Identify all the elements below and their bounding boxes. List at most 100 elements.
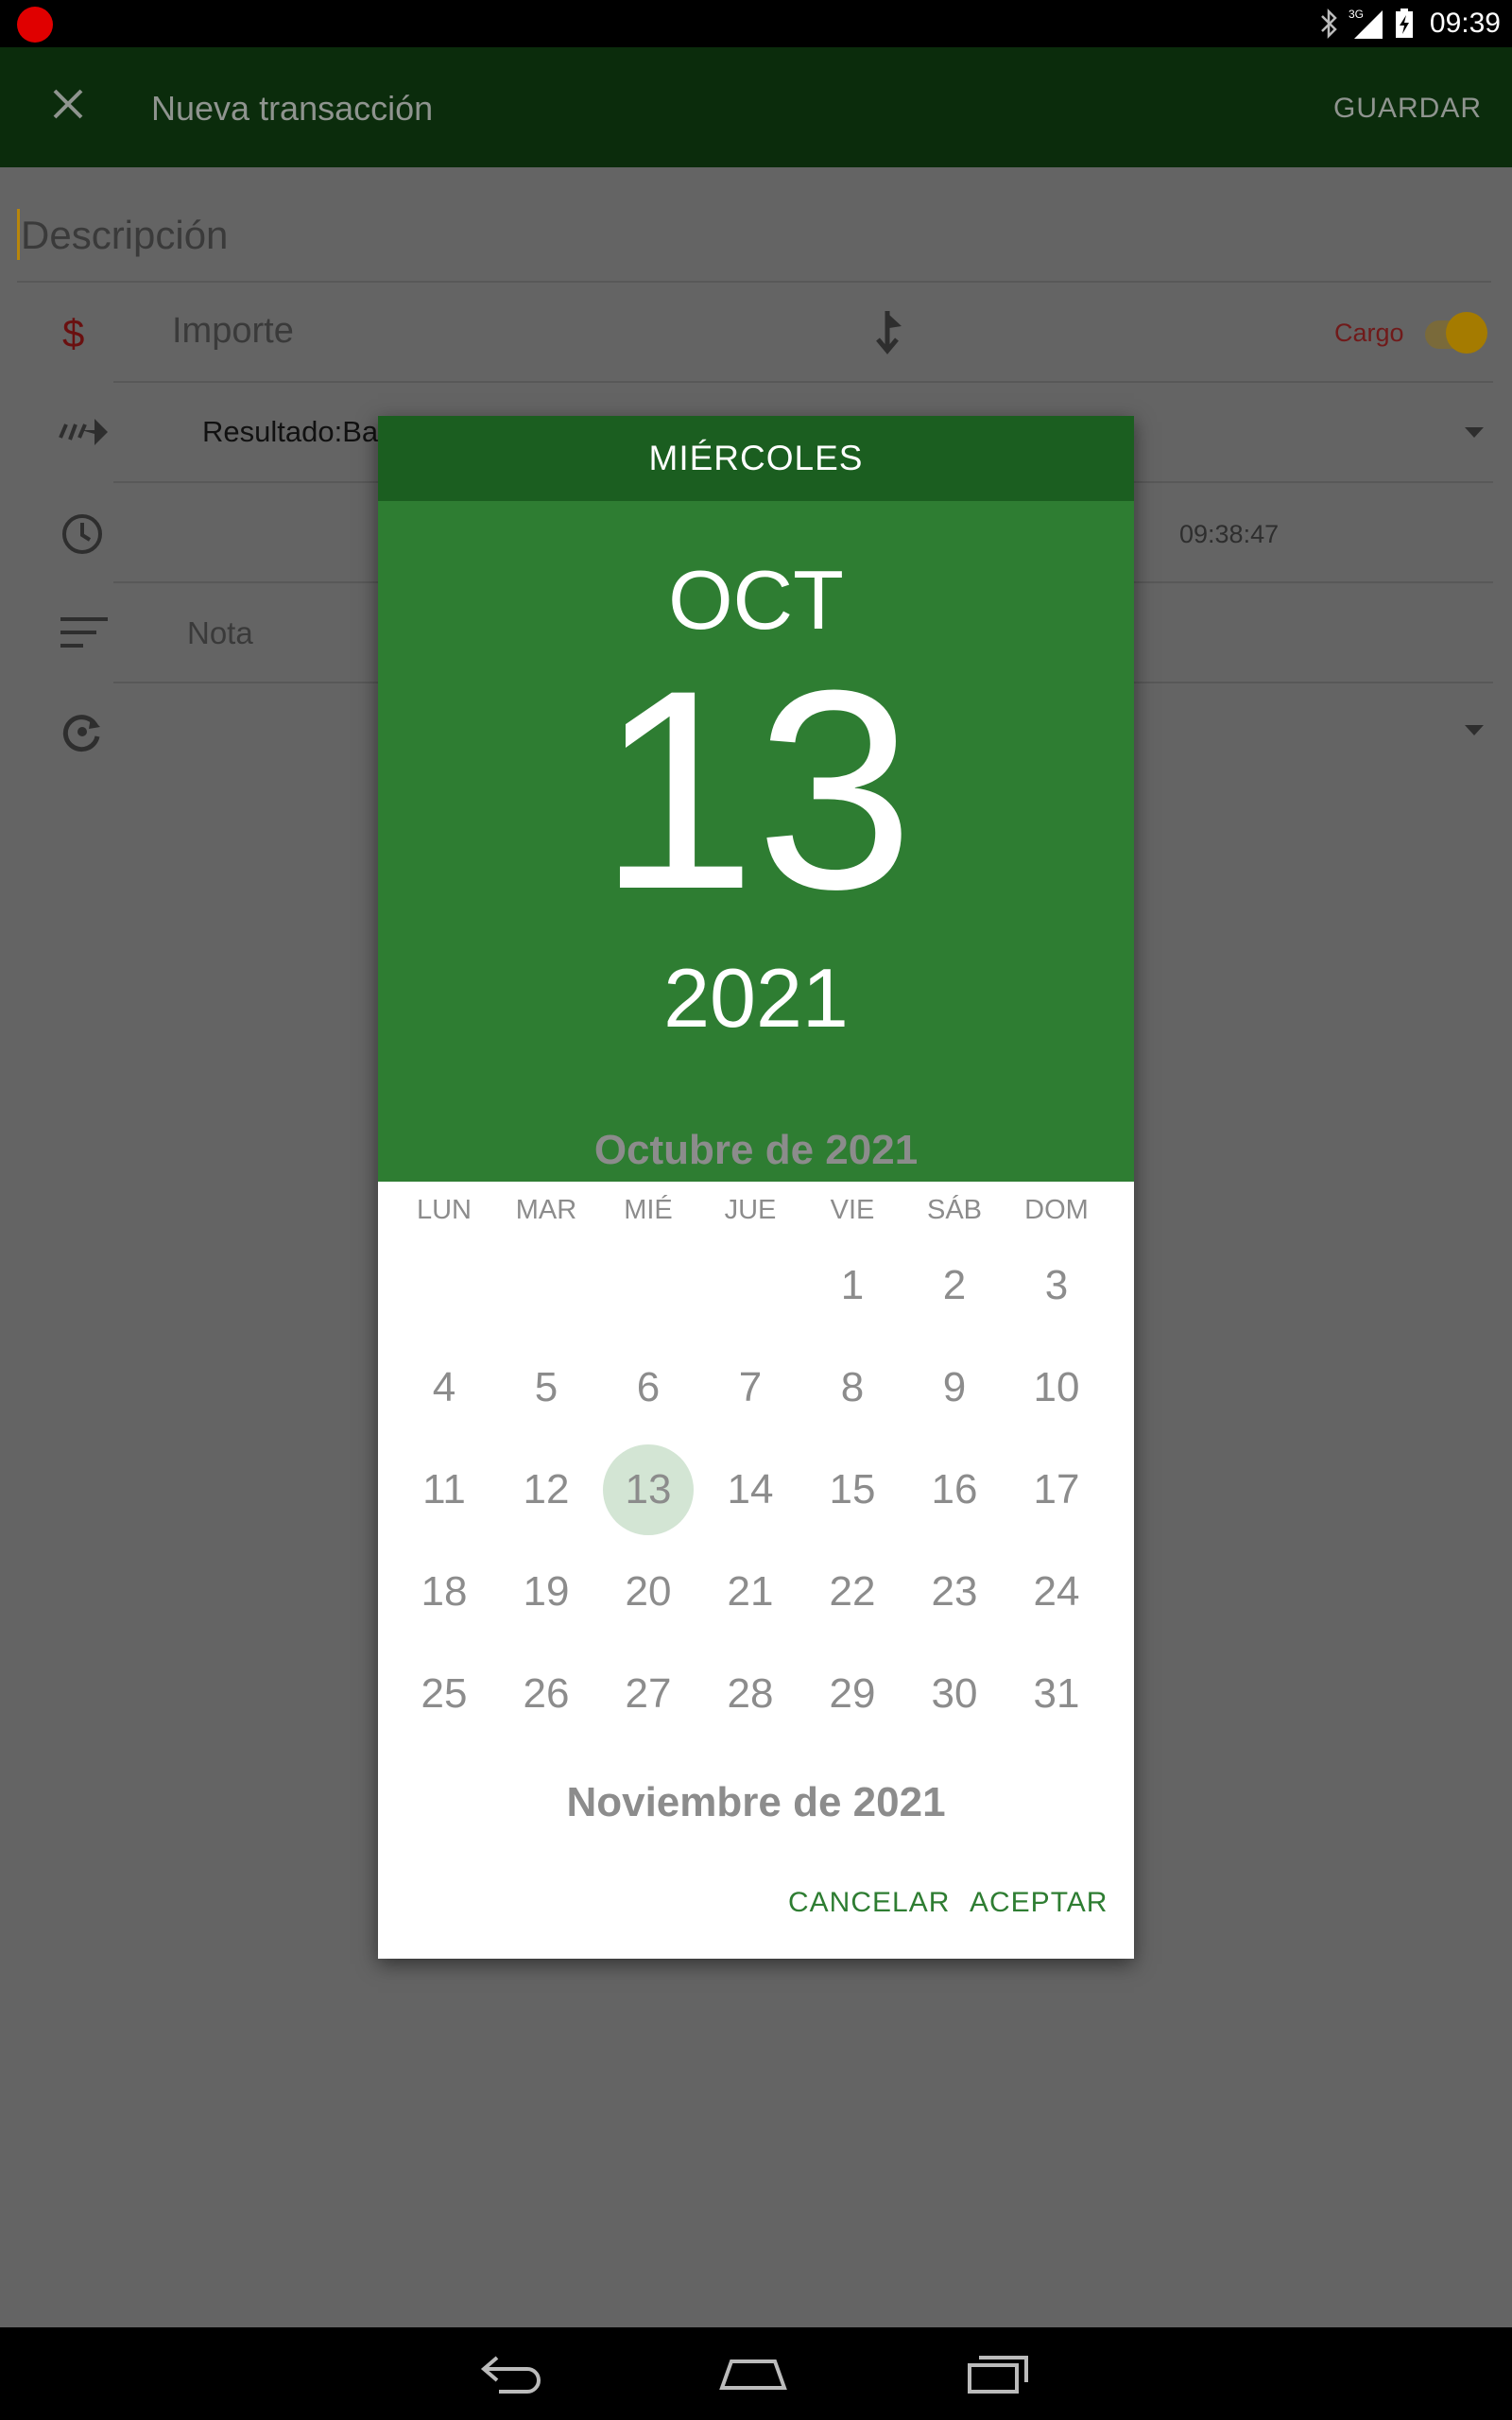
calendar-day[interactable]: 21 [699,1541,801,1643]
calendar-day-number: 19 [523,1568,570,1615]
calendar-day-number: 7 [738,1364,763,1410]
navigation-bar [0,2327,1512,2420]
calendar-day-number: 21 [727,1568,774,1615]
recent-apps-icon[interactable] [966,2346,1032,2397]
selected-year[interactable]: 2021 [378,950,1134,1046]
back-icon[interactable] [480,2350,546,2395]
calendar-day[interactable]: 17 [1005,1439,1108,1541]
calendar-day-number: 2 [942,1262,967,1308]
calendar-day[interactable]: 5 [495,1337,597,1439]
calendar-day[interactable]: 30 [903,1643,1005,1745]
calendar-day[interactable]: 16 [903,1439,1005,1541]
amount-field[interactable]: Importe [172,311,294,352]
calendar-day[interactable]: 7 [699,1337,801,1439]
calendar-day-selected[interactable]: 13 [597,1439,699,1541]
home-icon[interactable] [718,2348,788,2395]
calendar-day[interactable]: 22 [801,1541,903,1643]
accept-button[interactable]: ACEPTAR [970,1887,1108,1919]
calendar-day-number: 13 [625,1466,672,1512]
calendar-day[interactable]: 3 [1005,1235,1108,1337]
calendar-day[interactable]: 29 [801,1643,903,1745]
calendar-day-number: 28 [727,1670,774,1717]
calendar-day[interactable]: 1 [801,1235,903,1337]
description-field[interactable]: Descripción [17,209,1491,262]
calendar-day-number: 6 [636,1364,661,1410]
app-bar: Nueva transacción GUARDAR [0,47,1512,167]
calendar-day-number: 23 [931,1568,978,1615]
weekday-label: JUE [724,1195,777,1225]
save-button[interactable]: GUARDAR [1333,93,1482,125]
swap-sign-icon[interactable] [869,307,905,354]
calendar-day[interactable]: 31 [1005,1643,1108,1745]
calendar-day[interactable]: 2 [903,1235,1005,1337]
calendar-day[interactable]: 23 [903,1541,1005,1643]
weekday-label: DOM [1024,1195,1089,1225]
calendar-day[interactable]: 9 [903,1337,1005,1439]
page-title: Nueva transacción [151,89,434,128]
description-placeholder: Descripción [21,213,229,257]
charge-toggle-thumb[interactable] [1446,312,1487,354]
account-selector[interactable]: Resultado:Ba [202,415,378,449]
calendar-day[interactable]: 8 [801,1337,903,1439]
signal-icon: 3G [1349,8,1383,39]
calendar-day[interactable]: 11 [393,1439,495,1541]
calendar-day-number: 24 [1033,1568,1080,1615]
calendar-day-number: 4 [432,1364,456,1410]
calendar-day-number: 10 [1033,1364,1080,1410]
calendar-day[interactable]: 10 [1005,1337,1108,1439]
calendar-day[interactable]: 25 [393,1643,495,1745]
account-dropdown-icon[interactable] [1465,427,1484,438]
calendar-day-number: 5 [534,1364,558,1410]
calendar-day[interactable]: 12 [495,1439,597,1541]
charge-label: Cargo [1334,319,1404,347]
calendar-day[interactable]: 15 [801,1439,903,1541]
scroll-clip [378,1845,1134,1857]
repeat-dropdown-icon[interactable] [1465,725,1484,735]
calendar-day[interactable]: 28 [699,1643,801,1745]
date-picker-dialog: MIÉRCOLES OCT 13 2021 Octubre de 2021 LU… [378,416,1134,1959]
divider [113,381,1493,383]
calendar-day-number: 25 [421,1670,468,1717]
calendar-day-number: 26 [523,1670,570,1717]
selected-day[interactable]: 13 [378,648,1134,931]
calendar-day[interactable]: 24 [1005,1541,1108,1643]
weekday-label: LUN [416,1195,472,1225]
calendar-day-number: 29 [829,1670,876,1717]
calendar-day[interactable]: 27 [597,1643,699,1745]
weekday-label: SÁB [926,1195,983,1225]
time-value[interactable]: 09:38:47 [1179,520,1279,549]
calendar-day-number: 20 [625,1568,672,1615]
notes-icon [60,617,108,648]
calendar-day[interactable]: 20 [597,1541,699,1643]
day-name-header: MIÉRCOLES [378,416,1134,501]
close-icon[interactable] [47,83,89,125]
calendar-day-number: 9 [942,1364,967,1410]
repeat-icon [62,715,100,752]
calendar-day[interactable]: 14 [699,1439,801,1541]
status-bar: 3G 09:39 [0,0,1512,47]
month-title: Octubre de 2021 [593,1127,919,1173]
calendar-day-number: 27 [625,1670,672,1717]
calendar-day-number: 1 [840,1262,865,1308]
note-field[interactable]: Nota [187,615,253,651]
cancel-button[interactable]: CANCELAR [788,1887,950,1919]
calendar-day-number: 17 [1033,1466,1080,1512]
calendar-day-number: 22 [829,1568,876,1615]
calendar-day-number: 15 [829,1466,876,1512]
calendar-day[interactable]: 19 [495,1541,597,1643]
weekday-label: VIE [830,1195,875,1225]
calendar-day[interactable]: 18 [393,1541,495,1643]
calendar-day-number: 8 [840,1364,865,1410]
calendar-day-number: 30 [931,1670,978,1717]
calendar-day[interactable]: 26 [495,1643,597,1745]
calendar-day-number: 31 [1033,1670,1080,1717]
dollar-icon: $ [62,311,85,355]
calendar-day-number: 14 [727,1466,774,1512]
calendar-day[interactable]: 4 [393,1337,495,1439]
divider [17,281,1491,283]
calendar-day-number: 11 [422,1466,466,1512]
calendar-day[interactable]: 6 [597,1337,699,1439]
clock-icon [62,514,102,554]
weekday-label: MIÉ [624,1195,673,1225]
weekday-label: MAR [515,1195,577,1225]
